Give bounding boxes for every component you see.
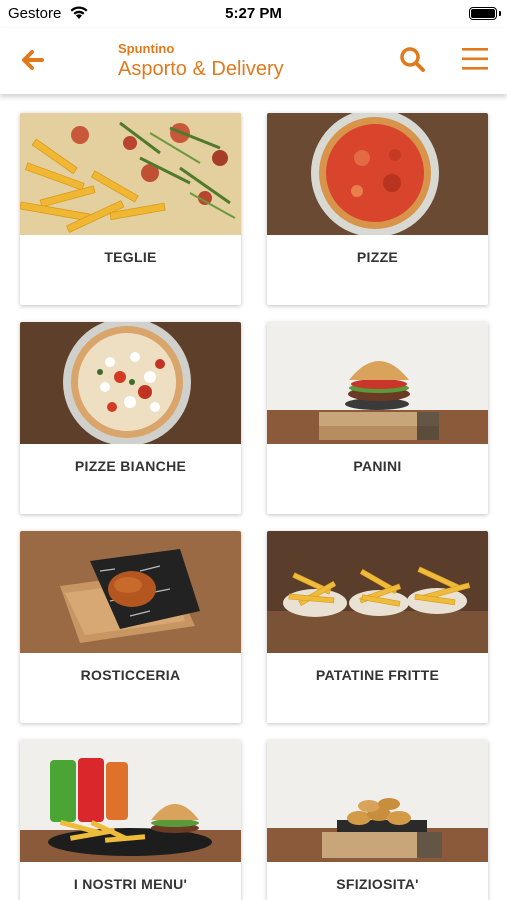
category-label: PANINI [353,458,402,474]
panini-photo [267,322,488,444]
search-icon [400,47,425,72]
battery-tip [499,11,501,16]
menu-button[interactable] [461,46,489,72]
category-label: I NOSTRI MENU' [73,876,188,892]
back-button[interactable] [18,46,46,74]
hamburger-menu-icon [462,48,488,70]
category-card-panini[interactable]: PANINI [267,322,488,514]
app-header: Spuntino Asporto & Delivery [0,28,507,94]
category-label: SFIZIOSITA' [336,876,419,892]
battery-icon [469,7,497,20]
teglie-photo [20,113,241,235]
status-bar: Gestore 5:27 PM [0,0,507,28]
rosticceria-photo [20,531,241,653]
search-button[interactable] [398,45,426,73]
header-subtitle: Spuntino [118,41,175,56]
category-card-patatine-fritte[interactable]: PATATINE FRITTE [267,531,488,723]
category-label: TEGLIE [104,249,157,265]
i-nostri-menu-photo [20,740,241,862]
page-title: Asporto & Delivery [118,58,284,80]
status-time: 5:27 PM [225,5,282,22]
category-card-sfiziosita[interactable]: SFIZIOSITA' [267,740,488,900]
category-label: PIZZE [356,249,399,265]
sfiziosita-photo [267,740,488,862]
category-grid: TEGLIE PIZZE PIZZE BIANCHE PANINI ROSTIC… [0,94,507,900]
pizze-photo [267,113,488,235]
category-label: ROSTICCERIA [80,667,181,683]
category-card-teglie[interactable]: TEGLIE [20,113,241,305]
category-card-rosticceria[interactable]: ROSTICCERIA [20,531,241,723]
category-card-pizze-bianche[interactable]: PIZZE BIANCHE [20,322,241,514]
pizze-bianche-photo [20,322,241,444]
arrow-left-icon [22,50,44,70]
category-label: PIZZE BIANCHE [74,458,187,474]
category-card-i-nostri-menu[interactable]: I NOSTRI MENU' [20,740,241,900]
header-titles: Spuntino Asporto & Delivery [118,41,284,81]
patatine-fritte-photo [267,531,488,653]
category-card-pizze[interactable]: PIZZE [267,113,488,305]
category-label: PATATINE FRITTE [315,667,440,683]
